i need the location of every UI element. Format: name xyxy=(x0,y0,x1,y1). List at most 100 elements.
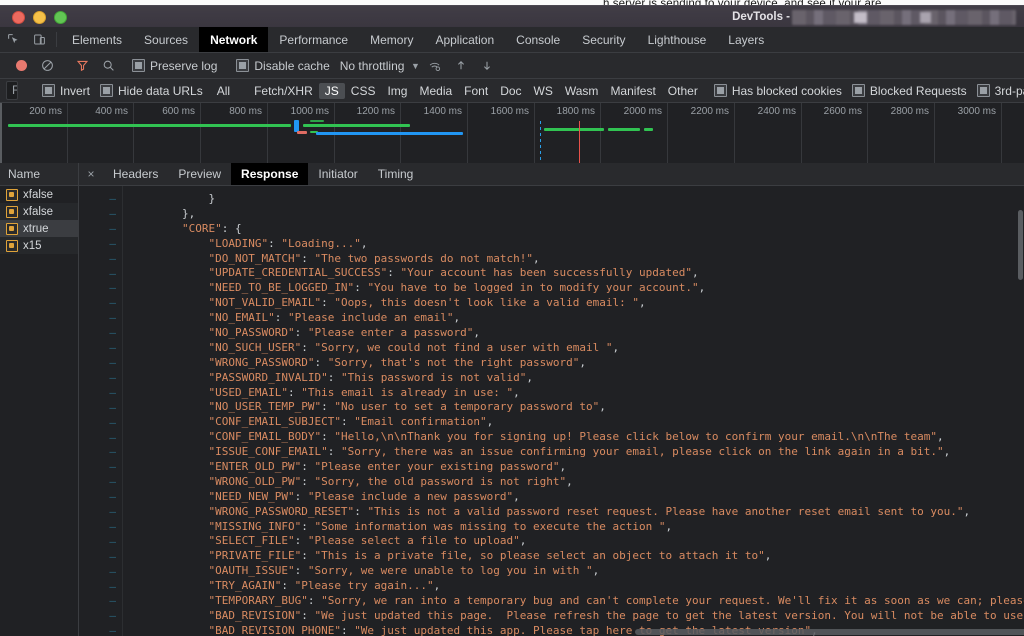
tab-console[interactable]: Console xyxy=(505,27,571,52)
code-line: "NO_SUCH_USER": "Sorry, we could not fin… xyxy=(129,341,1024,356)
window-titlebar: DevTools - xyxy=(0,5,1024,28)
overview-request-bar xyxy=(608,128,640,131)
record-button[interactable] xyxy=(8,54,34,78)
timeline-tick xyxy=(934,103,935,165)
code-line: "CONF_EMAIL_BODY": "Hello,\n\nThank you … xyxy=(129,430,1024,445)
timeline-tick xyxy=(534,103,535,165)
filter-type-doc[interactable]: Doc xyxy=(494,83,527,99)
response-body-viewer[interactable]: ––––––––––––––––––––––––––––––––––––––––… xyxy=(79,186,1024,636)
code-line: "USED_EMAIL": "This email is already in … xyxy=(129,386,1024,401)
code-line: "MISSING_INFO": "Some information was mi… xyxy=(129,520,1024,535)
line-number: – xyxy=(79,222,116,237)
third-party-requests-label: 3rd-party requests xyxy=(995,84,1024,98)
clear-button[interactable] xyxy=(34,54,60,78)
third-party-requests-checkbox[interactable]: 3rd-party requests xyxy=(977,84,1024,98)
overview-request-bar xyxy=(297,131,307,134)
code-line: } xyxy=(129,192,1024,207)
checkbox-box xyxy=(132,59,145,72)
code-line: "CORE": { xyxy=(129,222,1024,237)
close-icon[interactable]: × xyxy=(79,163,103,185)
filter-type-other[interactable]: Other xyxy=(662,83,704,99)
response-json-code[interactable]: } }, "CORE": { "LOADING": "Loading...", … xyxy=(123,186,1024,636)
horizontal-scrollbar[interactable] xyxy=(635,629,1024,635)
import-har-icon[interactable] xyxy=(448,54,474,78)
timeline-tick-label: 400 ms xyxy=(95,106,133,117)
filter-type-manifest[interactable]: Manifest xyxy=(604,83,661,99)
search-icon[interactable] xyxy=(95,54,121,78)
chevron-down-icon[interactable]: ▼ xyxy=(408,61,422,71)
timeline-tick-label: 2400 ms xyxy=(758,106,801,117)
filter-icon[interactable] xyxy=(69,54,95,78)
tab-timing[interactable]: Timing xyxy=(368,163,424,185)
overview-request-bar xyxy=(303,124,410,127)
tab-headers[interactable]: Headers xyxy=(103,163,168,185)
filter-type-fetch-xhr[interactable]: Fetch/XHR xyxy=(248,83,319,99)
line-number: – xyxy=(79,401,116,416)
filter-type-all[interactable]: All xyxy=(211,83,236,99)
hide-data-urls-checkbox[interactable]: Hide data URLs xyxy=(100,84,203,98)
tab-initiator[interactable]: Initiator xyxy=(308,163,367,185)
timeline-tick-label: 1400 ms xyxy=(424,106,467,117)
tab-lighthouse[interactable]: Lighthouse xyxy=(637,27,718,52)
timeline-tick-label: 2200 ms xyxy=(691,106,734,117)
timeline-tick xyxy=(467,103,468,165)
tab-elements[interactable]: Elements xyxy=(61,27,133,52)
request-row-xfalse-1[interactable]: xfalse xyxy=(0,186,78,203)
request-row-xtrue[interactable]: xtrue xyxy=(0,220,78,237)
timeline-tick-label: 2600 ms xyxy=(824,106,867,117)
tab-network[interactable]: Network xyxy=(199,27,268,52)
network-conditions-icon[interactable] xyxy=(422,54,448,78)
preserve-log-checkbox[interactable]: Preserve log xyxy=(130,59,225,73)
has-blocked-cookies-checkbox[interactable]: Has blocked cookies xyxy=(714,84,842,98)
line-number: – xyxy=(79,416,116,431)
tab-layers[interactable]: Layers xyxy=(717,27,775,52)
timeline-tick xyxy=(667,103,668,165)
filter-input[interactable]: Filter xyxy=(6,81,18,100)
request-list-header[interactable]: Name xyxy=(0,163,78,186)
throttling-select[interactable]: No throttling xyxy=(338,59,409,73)
overview-left-handle[interactable] xyxy=(0,103,2,165)
timeline-tick-label: 2800 ms xyxy=(891,106,934,117)
has-blocked-cookies-label: Has blocked cookies xyxy=(732,84,842,98)
line-number: – xyxy=(79,565,116,580)
js-file-icon xyxy=(6,189,18,201)
vertical-scrollbar[interactable] xyxy=(1017,208,1024,636)
network-overview-timeline[interactable]: 200 ms400 ms600 ms800 ms1000 ms1200 ms14… xyxy=(0,103,1024,166)
timeline-tick-label: 1200 ms xyxy=(357,106,400,117)
inspect-element-icon[interactable] xyxy=(0,27,26,52)
tab-security[interactable]: Security xyxy=(571,27,636,52)
toggle-device-toolbar-icon[interactable] xyxy=(26,27,52,52)
request-row-xfalse-2[interactable]: xfalse xyxy=(0,203,78,220)
tab-response[interactable]: Response xyxy=(231,163,308,185)
filter-type-ws[interactable]: WS xyxy=(528,83,559,99)
line-number: – xyxy=(79,490,116,505)
blocked-requests-checkbox[interactable]: Blocked Requests xyxy=(852,84,967,98)
invert-checkbox[interactable]: Invert xyxy=(42,84,90,98)
timeline-tick xyxy=(867,103,868,165)
code-line: "UPDATE_CREDENTIAL_SUCCESS": "Your accou… xyxy=(129,266,1024,281)
filter-type-img[interactable]: Img xyxy=(381,83,413,99)
line-number: – xyxy=(79,445,116,460)
request-row-x15[interactable]: x15 xyxy=(0,237,78,254)
request-name: x15 xyxy=(23,240,42,252)
code-line: "NEED_NEW_PW": "Please include a new pas… xyxy=(129,490,1024,505)
timeline-tick xyxy=(200,103,201,165)
tab-performance[interactable]: Performance xyxy=(268,27,359,52)
line-number: – xyxy=(79,594,116,609)
filter-type-css[interactable]: CSS xyxy=(345,83,382,99)
checkbox-box xyxy=(236,59,249,72)
filter-type-font[interactable]: Font xyxy=(458,83,494,99)
tab-application[interactable]: Application xyxy=(424,27,505,52)
export-har-icon[interactable] xyxy=(474,54,500,78)
overview-request-bar xyxy=(310,120,324,122)
disable-cache-checkbox[interactable]: Disable cache xyxy=(234,59,337,73)
timeline-tick xyxy=(801,103,802,165)
filter-type-js[interactable]: JS xyxy=(319,83,345,99)
tab-sources[interactable]: Sources xyxy=(133,27,199,52)
tab-memory[interactable]: Memory xyxy=(359,27,424,52)
code-line: "WRONG_OLD_PW": "Sorry, the old password… xyxy=(129,475,1024,490)
filter-type-media[interactable]: Media xyxy=(413,83,458,99)
request-name: xfalse xyxy=(23,206,53,218)
filter-type-wasm[interactable]: Wasm xyxy=(559,83,605,99)
tab-preview[interactable]: Preview xyxy=(168,163,231,185)
